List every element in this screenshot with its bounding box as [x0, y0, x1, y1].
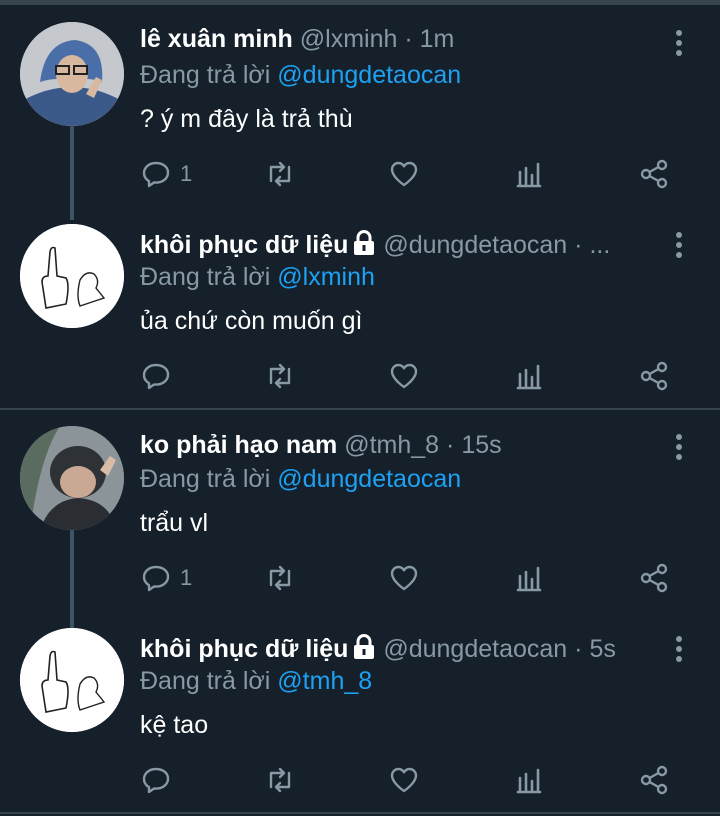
reply-button[interactable]: 1 — [140, 156, 192, 192]
retweet-button[interactable] — [264, 156, 296, 192]
timestamp[interactable]: · 1m — [404, 25, 454, 53]
reply-mention[interactable]: @lxminh — [277, 263, 375, 291]
tweet-header: khôi phục dữ liệu @dungdetaocan · ... — [140, 230, 660, 263]
share-icon — [640, 159, 668, 189]
tweet[interactable]: khôi phục dữ liệu @dungdetaocan · ... Đa… — [0, 210, 720, 408]
tweet[interactable]: ko phải hạo nam @tmh_8 · 15s Đang trả lờ… — [0, 410, 720, 630]
thread-line — [70, 124, 74, 220]
reply-prefix: Đang trả lời — [140, 667, 271, 695]
reply-count: 1 — [180, 161, 193, 186]
share-icon — [640, 361, 668, 391]
avatar-photo — [20, 22, 124, 126]
analytics-button[interactable] — [514, 762, 546, 798]
thread-line — [70, 528, 74, 630]
action-bar — [140, 762, 680, 798]
avatar[interactable] — [20, 628, 124, 732]
avatar[interactable] — [20, 22, 124, 126]
share-icon — [640, 765, 668, 795]
display-name[interactable]: khôi phục dữ liệu — [140, 231, 348, 259]
analytics-icon — [516, 162, 542, 188]
reply-context: Đang trả lời @lxminh — [140, 262, 375, 292]
tweet-text: ? ý m đây là trả thù — [140, 105, 353, 133]
reply-mention[interactable]: @dungdetaocan — [277, 61, 461, 89]
like-button[interactable] — [388, 560, 420, 596]
more-vertical-icon[interactable] — [676, 434, 684, 464]
timestamp[interactable]: · ... — [574, 231, 610, 259]
action-bar: 1 — [140, 560, 680, 596]
heart-icon — [390, 363, 418, 389]
reply-icon — [142, 161, 170, 188]
retweet-button[interactable] — [264, 560, 296, 596]
like-button[interactable] — [388, 358, 420, 394]
avatar-drawing — [20, 224, 124, 328]
reply-mention[interactable]: @tmh_8 — [277, 667, 372, 695]
retweet-button[interactable] — [264, 762, 296, 798]
like-button[interactable] — [388, 156, 420, 192]
reply-icon — [142, 363, 170, 390]
heart-icon — [390, 565, 418, 591]
avatar[interactable] — [20, 224, 124, 328]
analytics-button[interactable] — [514, 560, 546, 596]
retweet-icon — [269, 161, 291, 187]
handle[interactable]: @lxminh — [300, 25, 398, 53]
handle[interactable]: @dungdetaocan — [383, 635, 567, 663]
analytics-button[interactable] — [514, 358, 546, 394]
reply-button[interactable] — [140, 358, 180, 394]
retweet-icon — [269, 767, 291, 793]
tweet-text: ủa chứ còn muốn gì — [140, 307, 363, 335]
lock-icon — [352, 634, 376, 667]
heart-icon — [390, 161, 418, 187]
share-button[interactable] — [638, 560, 670, 596]
tweet-header: lê xuân minh @lxminh · 1m — [140, 24, 660, 54]
reply-button[interactable] — [140, 762, 180, 798]
reply-count: 1 — [180, 565, 193, 590]
share-icon — [640, 563, 668, 593]
share-button[interactable] — [638, 762, 670, 798]
tweet-text: kệ tao — [140, 711, 209, 739]
more-vertical-icon[interactable] — [676, 636, 684, 666]
reply-icon — [142, 565, 170, 592]
avatar-drawing — [20, 628, 124, 732]
action-bar — [140, 358, 680, 394]
handle[interactable]: @dungdetaocan — [383, 231, 567, 259]
display-name[interactable]: lê xuân minh — [140, 25, 293, 53]
like-button[interactable] — [388, 762, 420, 798]
tweet-header: ko phải hạo nam @tmh_8 · 15s — [140, 430, 660, 460]
tweet[interactable]: khôi phục dữ liệu @dungdetaocan · 5s Đan… — [0, 618, 720, 812]
reply-context: Đang trả lời @tmh_8 — [140, 666, 372, 696]
timestamp[interactable]: · 15s — [446, 431, 502, 459]
share-button[interactable] — [638, 358, 670, 394]
retweet-icon — [269, 363, 291, 389]
timestamp[interactable]: · 5s — [574, 635, 616, 663]
tweet-header: khôi phục dữ liệu @dungdetaocan · 5s — [140, 634, 660, 667]
reply-context: Đang trả lời @dungdetaocan — [140, 464, 461, 494]
retweet-button[interactable] — [264, 358, 296, 394]
handle[interactable]: @tmh_8 — [344, 431, 439, 459]
avatar-photo — [20, 426, 124, 530]
retweet-icon — [269, 565, 291, 591]
analytics-icon — [516, 364, 542, 390]
more-vertical-icon[interactable] — [676, 30, 684, 60]
action-bar: 1 — [140, 156, 680, 192]
reply-icon — [142, 767, 170, 794]
analytics-icon — [516, 566, 542, 592]
lock-icon — [352, 230, 376, 263]
bottom-divider — [0, 812, 720, 814]
share-button[interactable] — [638, 156, 670, 192]
analytics-button[interactable] — [514, 156, 546, 192]
reply-prefix: Đang trả lời — [140, 263, 271, 291]
reply-mention[interactable]: @dungdetaocan — [277, 465, 461, 493]
display-name[interactable]: khôi phục dữ liệu — [140, 635, 348, 663]
reply-button[interactable]: 1 — [140, 560, 192, 596]
heart-icon — [390, 767, 418, 793]
reply-prefix: Đang trả lời — [140, 61, 271, 89]
tweet-text: trẩu vl — [140, 509, 209, 537]
analytics-icon — [516, 768, 542, 794]
tweet[interactable]: lê xuân minh @lxminh · 1m Đang trả lời @… — [0, 0, 720, 220]
more-vertical-icon[interactable] — [676, 232, 684, 262]
display-name[interactable]: ko phải hạo nam — [140, 431, 337, 459]
reply-context: Đang trả lời @dungdetaocan — [140, 60, 461, 90]
avatar[interactable] — [20, 426, 124, 530]
reply-prefix: Đang trả lời — [140, 465, 271, 493]
